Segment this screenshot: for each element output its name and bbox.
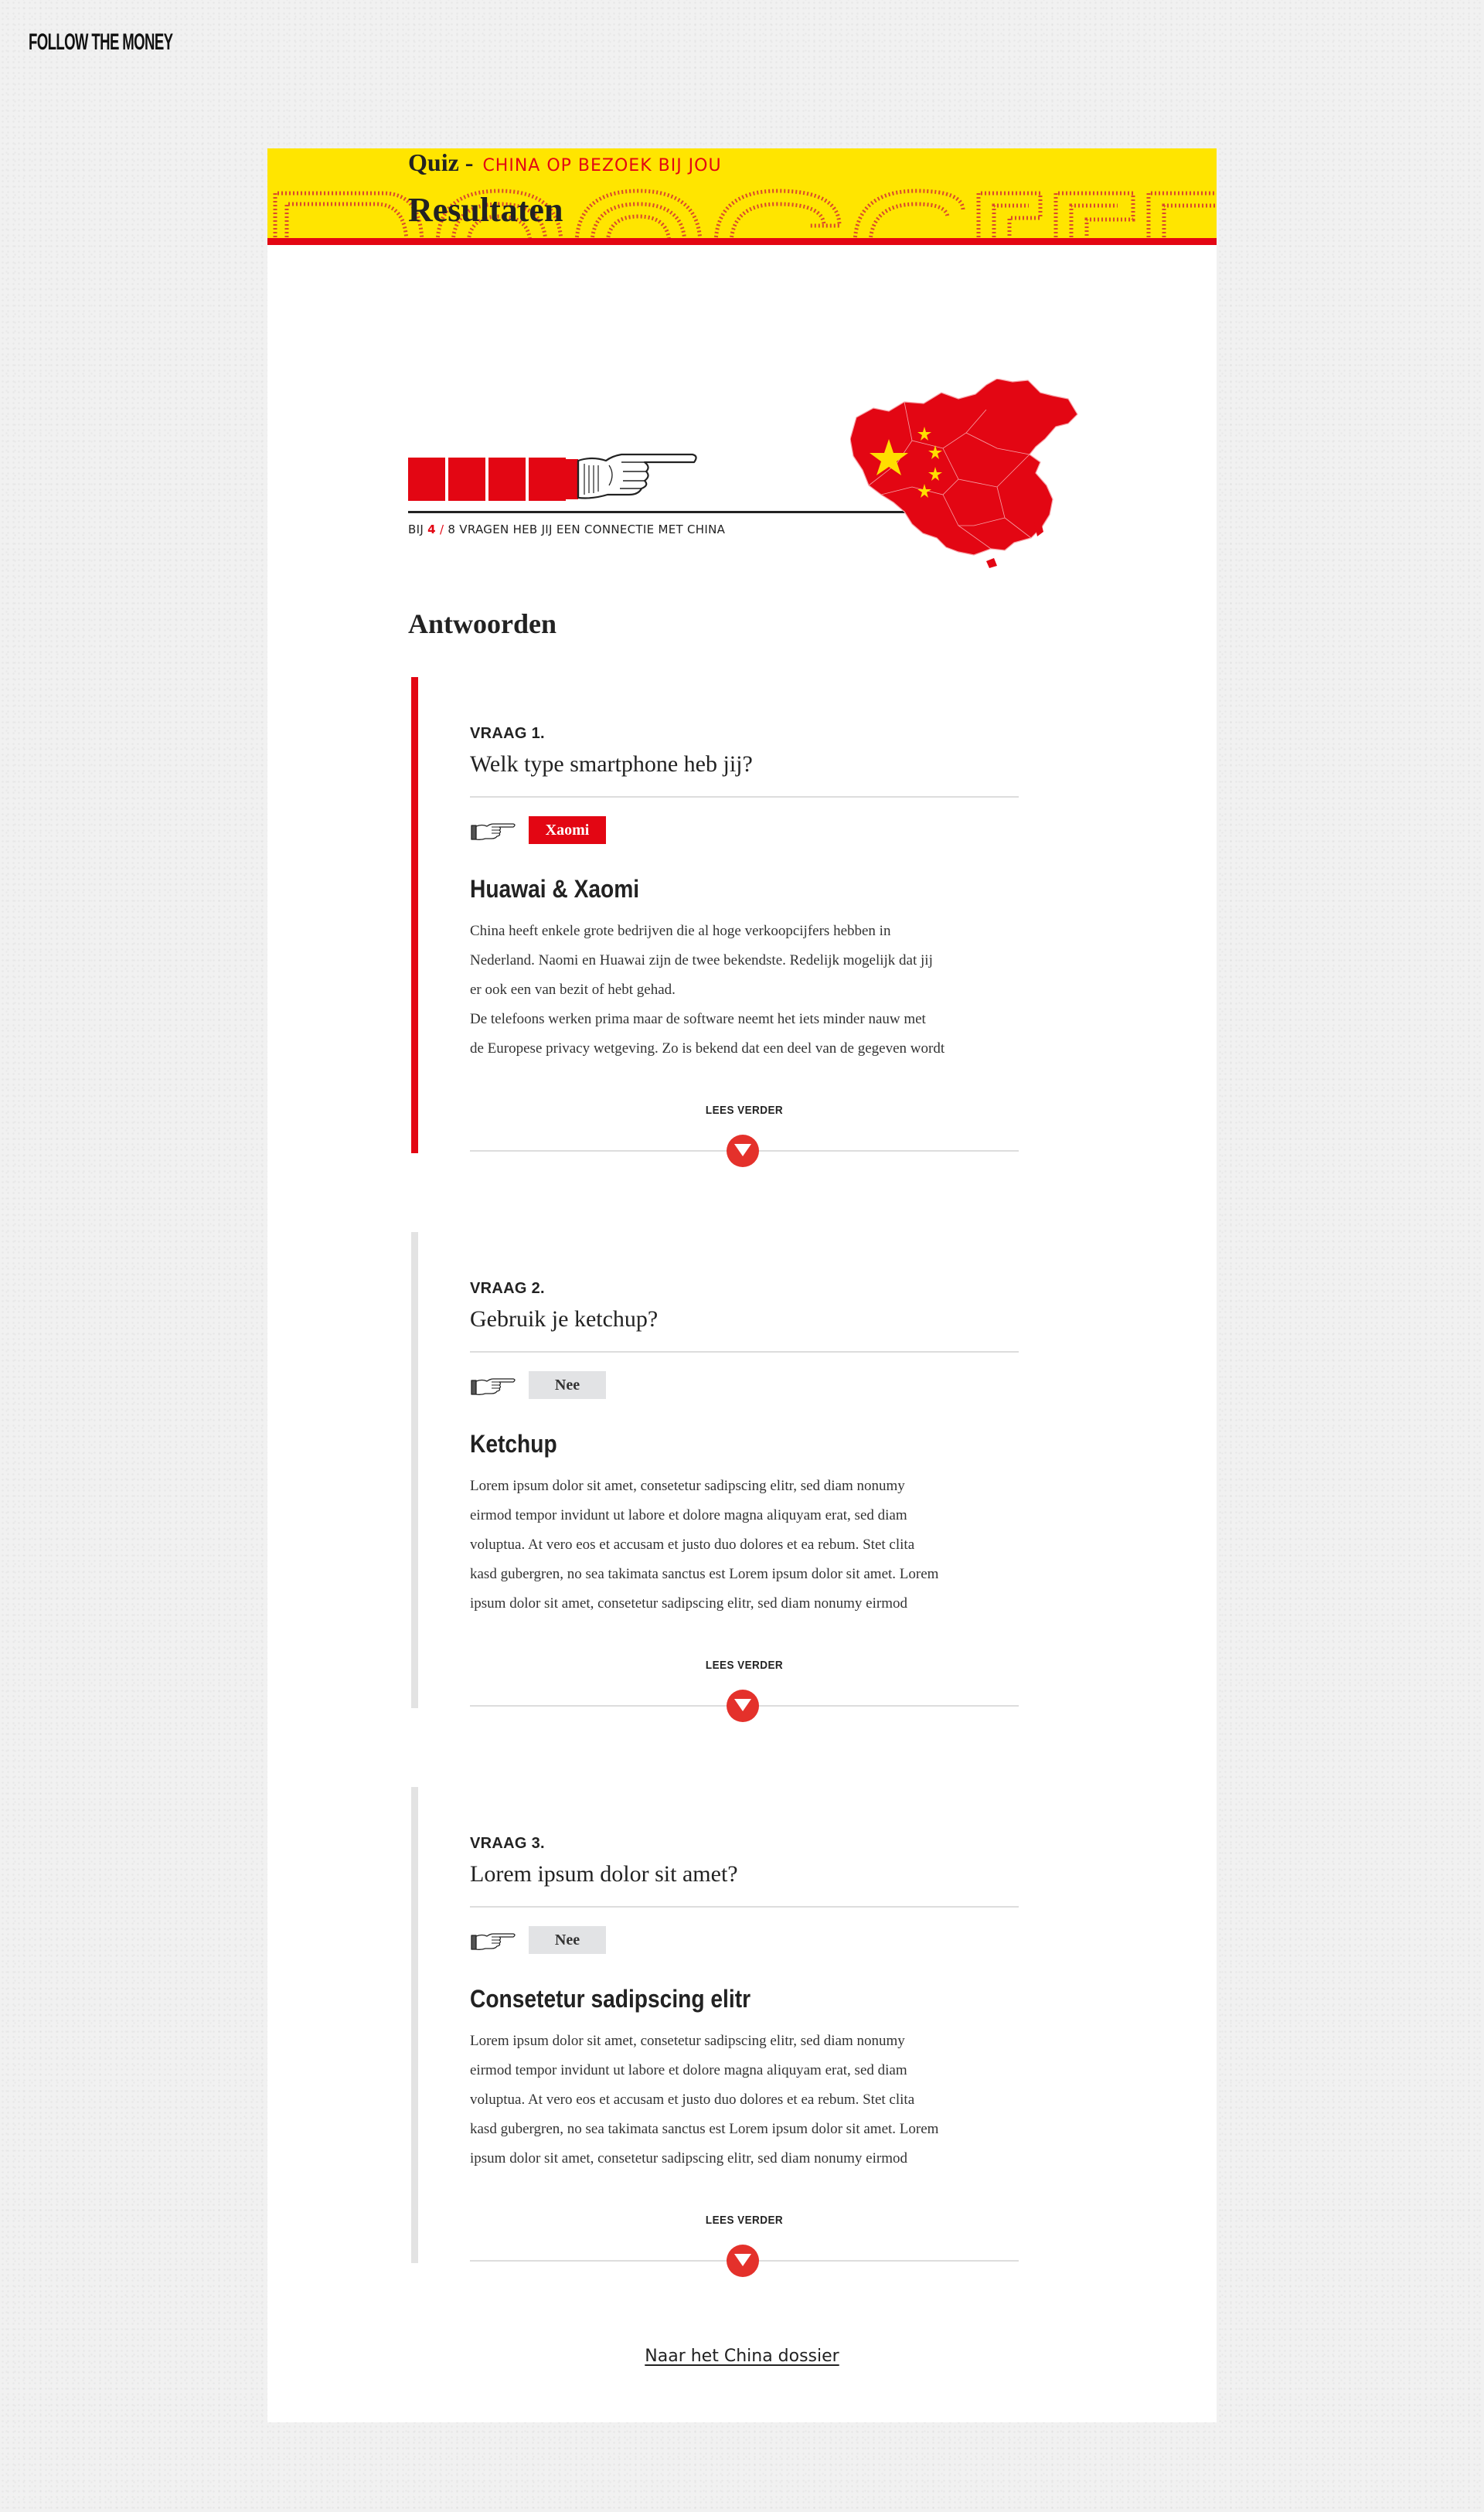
chevron-down-icon [734,1699,751,1711]
body-line: kasd gubergren, no sea takimata sanctus … [470,1566,939,1582]
quiz-title-line: Quiz - CHINA OP BEZOEK BIJ JOU [408,148,722,177]
question-number: VRAAG 3. [470,1835,545,1852]
page-title: Resultaten [408,191,563,229]
answer-heading: Ketchup [470,1430,557,1458]
china-dossier-link[interactable]: Naar het China dossier [645,2347,839,2366]
score-prefix: BIJ [408,522,424,536]
body-line: voluptua. At vero eos et accusam et just… [470,2092,915,2108]
body-line: Nederland. Naomi en Huawai zijn de twee … [470,952,933,968]
question-number: VRAAG 2. [470,1280,545,1297]
site-logo[interactable]: FOLLOW THE MONEY [29,29,173,56]
answer-badge: Nee [529,1926,606,1954]
question-text: Gebruik je ketchup? [470,1306,659,1332]
score-text: BIJ 4 / 8 VRAGEN HEB JIJ EEN CONNECTIE M… [408,522,725,536]
progress-box [529,458,566,501]
body-line: eirmod tempor invidunt ut labore et dolo… [470,2062,907,2078]
body-line: Lorem ipsum dolor sit amet, consetetur s… [470,1478,905,1494]
answer-badge: Nee [529,1371,606,1399]
score-suffix: 8 VRAGEN HEB JIJ EEN CONNECTIE MET CHINA [448,522,726,536]
chevron-down-icon [734,1144,751,1156]
pointing-hand-icon [564,453,697,499]
question-number: VRAAG 1. [470,725,545,742]
progress-box [448,458,485,501]
body-line: ipsum dolor sit amet, consetetur sadipsc… [470,1595,907,1612]
body-line: De telefoons werken prima maar de softwa… [470,1011,926,1027]
answer-body: Lorem ipsum dolor sit amet, consetetur s… [470,1472,1019,1620]
question-status-bar [411,677,418,1153]
question-text: Welk type smartphone heb jij? [470,751,753,777]
divider [470,1906,1019,1908]
read-more-label: LEES VERDER [705,2214,784,2227]
answer-heading: Consetetur sadipscing elitr [470,1985,751,2013]
chevron-down-icon [734,2254,751,2266]
body-line: er ook een van bezit of hebt gehad. [470,982,676,998]
progress-box [408,458,445,501]
read-more-button[interactable] [727,2245,759,2277]
body-line: kasd gubergren, no sea takimata sanctus … [470,2121,939,2137]
read-more-button[interactable] [727,1690,759,1722]
body-line: ipsum dolor sit amet, consetetur sadipsc… [470,2150,907,2167]
china-map-image [850,379,1078,568]
quiz-subtitle: CHINA OP BEZOEK BIJ JOU [482,156,722,175]
read-more-label: LEES VERDER [705,1104,784,1117]
divider [470,1351,1019,1353]
question-status-bar [411,1232,418,1708]
score-value: 4 [427,522,436,536]
body-line: China heeft enkele grote bedrijven die a… [470,923,891,939]
answer-body: Lorem ipsum dolor sit amet, consetetur s… [470,2027,1019,2175]
question-status-bar [411,1787,418,2263]
dossier-link-wrapper: Naar het China dossier [0,2347,1484,2366]
question-card: VRAAG 2. Gebruik je ketchup? Nee Ketchup… [411,1232,1020,1722]
quiz-label: Quiz - [408,148,474,176]
answer-badge: Xaomi [529,816,606,844]
body-line: de Europese privacy wetgeving. Zo is bek… [470,1040,945,1057]
score-separator: / [439,522,444,536]
answers-title: Antwoorden [408,608,557,639]
body-line: voluptua. At vero eos et accusam et just… [470,1537,915,1553]
progress-box [488,458,526,501]
question-card: VRAAG 1. Welk type smartphone heb jij? X… [411,677,1020,1167]
body-line: eirmod tempor invidunt ut labore et dolo… [470,1507,907,1523]
divider [470,796,1019,798]
question-card: VRAAG 3. Lorem ipsum dolor sit amet? Nee… [411,1787,1020,2277]
question-text: Lorem ipsum dolor sit amet? [470,1861,738,1887]
read-more-label: LEES VERDER [705,1659,784,1672]
pointing-hand-icon [471,823,516,840]
answer-body: China heeft enkele grote bedrijven die a… [470,917,1019,1065]
body-line: Lorem ipsum dolor sit amet, consetetur s… [470,2033,905,2049]
answer-heading: Huawai & Xaomi [470,875,640,903]
pointing-hand-icon [471,1378,516,1395]
read-more-button[interactable] [727,1135,759,1167]
pointing-hand-icon [471,1933,516,1950]
